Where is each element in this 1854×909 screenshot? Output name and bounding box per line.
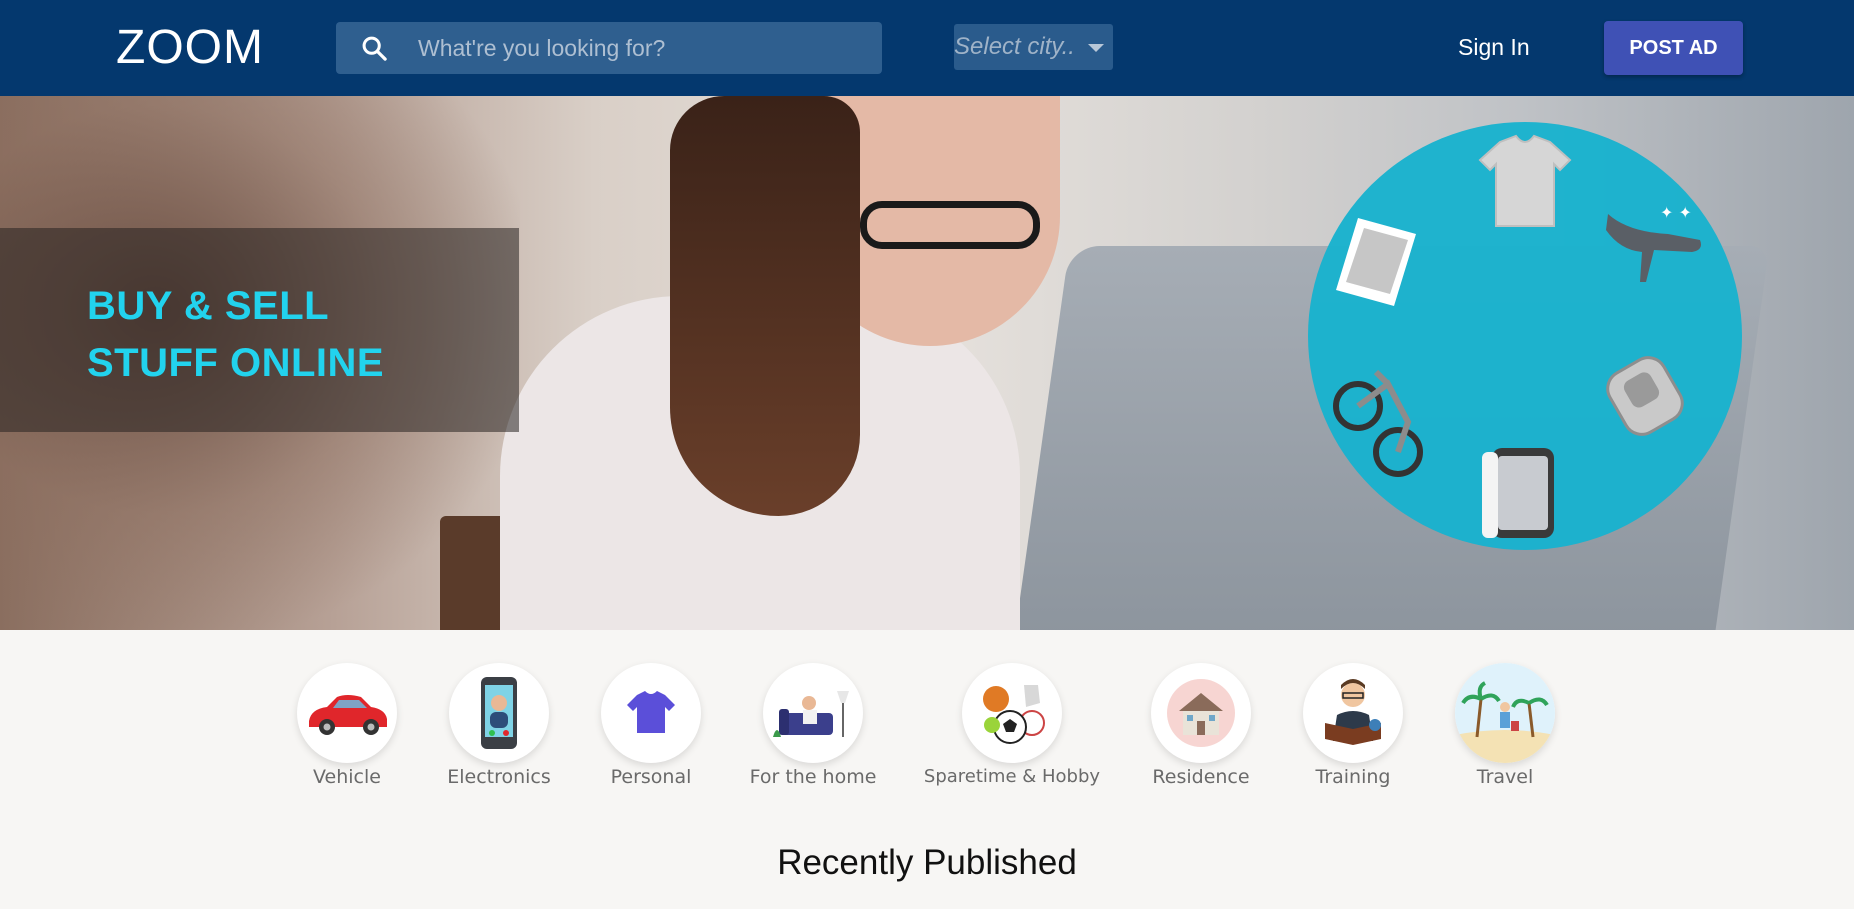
tagline-line-2: STUFF ONLINE bbox=[87, 341, 385, 385]
category-for-the-home[interactable]: For the home bbox=[733, 660, 893, 790]
category-travel[interactable]: Travel bbox=[1425, 660, 1585, 790]
category-bar: Vehicle Electronics Personal For the hom… bbox=[0, 660, 1854, 790]
category-disc[interactable] bbox=[297, 663, 397, 763]
woman-hair-image bbox=[670, 96, 860, 516]
reading-man-icon bbox=[1325, 679, 1381, 745]
category-sparetime-hobby[interactable]: Sparetime & Hobby bbox=[924, 660, 1100, 790]
category-disc[interactable] bbox=[601, 663, 701, 763]
bicycle-icon bbox=[1333, 369, 1423, 477]
sign-in-link[interactable]: Sign In bbox=[1458, 34, 1530, 61]
category-disc[interactable] bbox=[763, 663, 863, 763]
category-label: For the home bbox=[749, 766, 877, 788]
top-navbar: ZOOM Select city.. Sign In POST AD bbox=[0, 0, 1854, 96]
category-disc[interactable] bbox=[962, 663, 1062, 763]
post-ad-button[interactable]: POST AD bbox=[1604, 21, 1743, 75]
phone-icon bbox=[481, 677, 517, 749]
site-logo[interactable]: ZOOM bbox=[116, 20, 264, 75]
house-icon bbox=[1167, 679, 1235, 747]
glasses-image bbox=[860, 201, 1040, 249]
car-icon bbox=[309, 695, 387, 735]
hero-banner: BUY & SELL STUFF ONLINE ✦ ✦ bbox=[0, 96, 1854, 630]
category-personal[interactable]: Personal bbox=[571, 660, 731, 790]
recently-published-heading: Recently Published bbox=[777, 843, 1077, 882]
category-disc[interactable] bbox=[449, 663, 549, 763]
sports-balls-icon bbox=[983, 685, 1045, 744]
t-shirt-icon bbox=[627, 691, 675, 733]
backpack-icon bbox=[1606, 356, 1684, 436]
laptop-icon bbox=[1336, 218, 1416, 306]
smartphone-icon bbox=[1482, 448, 1554, 538]
chevron-down-icon[interactable] bbox=[1088, 44, 1104, 52]
category-label: Sparetime & Hobby bbox=[923, 766, 1101, 787]
tagline-box: BUY & SELL STUFF ONLINE bbox=[0, 228, 519, 432]
t-shirt-icon bbox=[1478, 134, 1572, 227]
product-circle: ✦ ✦ bbox=[1308, 122, 1742, 550]
city-select[interactable]: Select city.. bbox=[954, 24, 1113, 70]
beach-icon bbox=[1455, 663, 1555, 763]
city-select-value: Select city.. bbox=[954, 33, 1075, 60]
category-disc[interactable] bbox=[1151, 663, 1251, 763]
category-disc[interactable] bbox=[1455, 663, 1555, 763]
tagline-line-1: BUY & SELL bbox=[87, 284, 330, 328]
svg-text:✦ ✦: ✦ ✦ bbox=[1660, 203, 1692, 222]
search-icon[interactable] bbox=[360, 34, 388, 62]
category-label: Travel bbox=[1476, 766, 1534, 788]
sofa-icon bbox=[773, 691, 849, 737]
category-disc[interactable] bbox=[1303, 663, 1403, 763]
search-bar[interactable] bbox=[336, 22, 882, 74]
hero-tagline: BUY & SELL STUFF ONLINE bbox=[87, 278, 384, 392]
search-input[interactable] bbox=[418, 22, 868, 74]
high-heel-icon: ✦ ✦ bbox=[1606, 203, 1701, 282]
